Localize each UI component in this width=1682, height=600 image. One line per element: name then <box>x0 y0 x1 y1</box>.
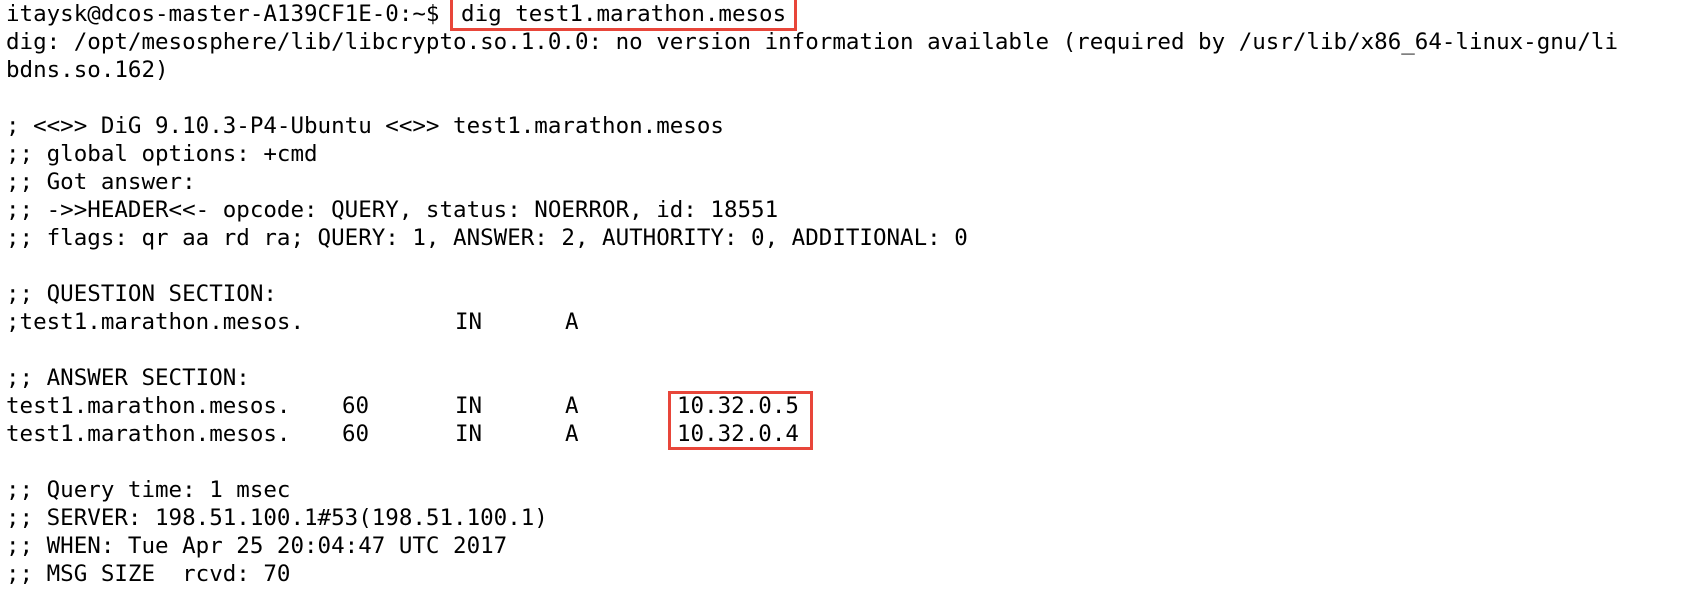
question-record: ;test1.marathon.mesos. IN A <box>6 308 1676 336</box>
answer-record: test1.marathon.mesos. 60 IN A 10.32.0.5 <box>6 392 1676 420</box>
question-section-title: ;; QUESTION SECTION: <box>6 281 277 307</box>
warning-line-continued: bdns.so.162) <box>6 57 169 83</box>
answer-name: test1.marathon.mesos. <box>6 393 291 419</box>
terminal-output[interactable]: itaysk@dcos-master-A139CF1E-0:~$ dig tes… <box>6 0 1676 600</box>
answer-section-title: ;; ANSWER SECTION: <box>6 365 250 391</box>
highlighted-command: dig test1.marathon.mesos <box>450 0 798 31</box>
query-time-line: ;; Query time: 1 msec <box>6 477 291 503</box>
question-type: A <box>565 309 579 335</box>
msg-size-line: ;; MSG SIZE rcvd: 70 <box>6 561 291 587</box>
answer-name: test1.marathon.mesos. <box>6 421 291 447</box>
server-line: ;; SERVER: 198.51.100.1#53(198.51.100.1) <box>6 505 548 531</box>
global-options-line: ;; global options: +cmd <box>6 141 318 167</box>
warning-line: dig: /opt/mesosphere/lib/libcrypto.so.1.… <box>6 29 1618 55</box>
answer-type: A <box>565 421 579 447</box>
answer-class: IN <box>455 421 483 447</box>
shell-prompt: itaysk@dcos-master-A139CF1E-0:~$ <box>6 1 454 27</box>
answer-class: IN <box>455 393 483 419</box>
answer-type: A <box>565 393 579 419</box>
when-line: ;; WHEN: Tue Apr 25 20:04:47 UTC 2017 <box>6 533 508 559</box>
question-class: IN <box>455 309 483 335</box>
answer-ttl: 60 <box>342 421 370 447</box>
got-answer-line: ;; Got answer: <box>6 169 196 195</box>
answer-ttl: 60 <box>342 393 370 419</box>
flags-line: ;; flags: qr aa rd ra; QUERY: 1, ANSWER:… <box>6 225 968 251</box>
header-line: ;; ->>HEADER<<- opcode: QUERY, status: N… <box>6 197 779 223</box>
answer-address-highlight <box>668 391 813 450</box>
question-name: ;test1.marathon.mesos. <box>6 309 305 335</box>
answer-record: test1.marathon.mesos. 60 IN A 10.32.0.4 <box>6 420 1676 448</box>
command-line: itaysk@dcos-master-A139CF1E-0:~$ dig tes… <box>6 0 1676 31</box>
dig-banner: ; <<>> DiG 9.10.3-P4-Ubuntu <<>> test1.m… <box>6 113 724 139</box>
